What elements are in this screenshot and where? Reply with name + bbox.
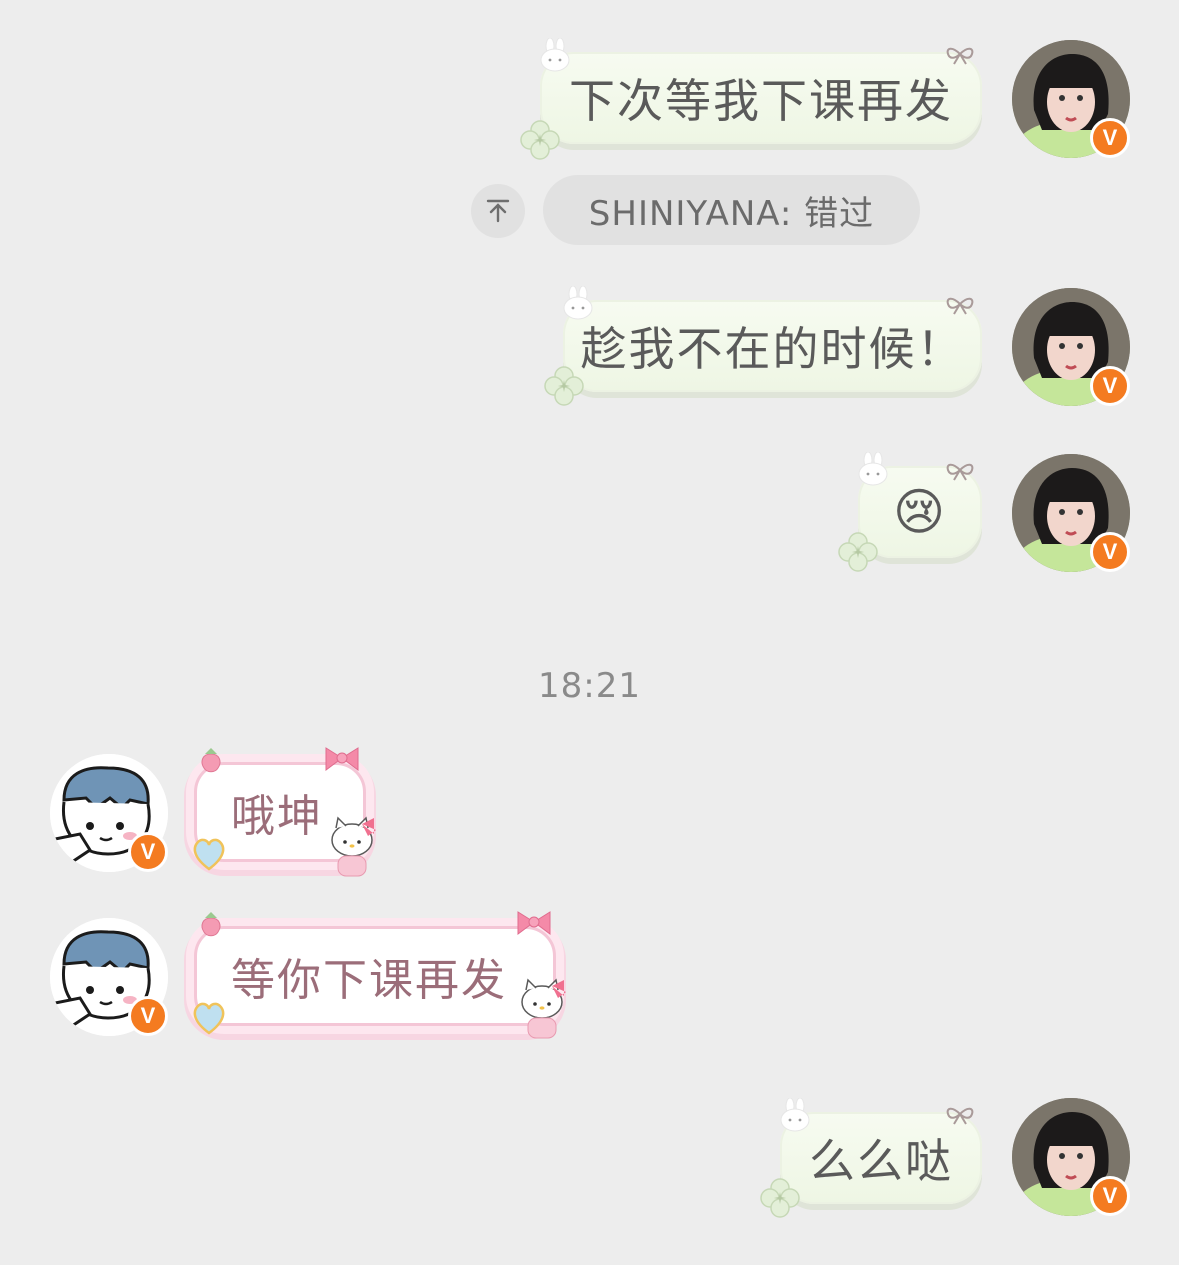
bow-icon xyxy=(517,911,551,935)
quote-jump-button[interactable] xyxy=(471,184,525,238)
message-text: 等你下课再发 xyxy=(231,955,507,1006)
bunny-icon xyxy=(858,452,888,486)
strawberry-icon xyxy=(201,748,221,773)
verified-badge: V xyxy=(1090,118,1130,158)
verified-badge: V xyxy=(1090,366,1130,406)
hello-kitty-icon xyxy=(331,816,376,877)
message-text: 趁我不在的时候！ xyxy=(580,322,965,376)
message-text: 么么哒 xyxy=(809,1134,953,1188)
message-bubble-me[interactable]: 下次等我下课再发 xyxy=(540,52,982,144)
clover-icon xyxy=(760,1178,800,1218)
heart-gem-icon xyxy=(193,838,225,871)
verified-badge: V xyxy=(128,832,168,872)
verified-badge: V xyxy=(128,996,168,1036)
heart-gem-icon xyxy=(193,1002,225,1035)
crying-emoji: 😢 xyxy=(892,483,948,541)
verified-badge: V xyxy=(1090,532,1130,572)
bunny-icon xyxy=(780,1098,810,1132)
clover-icon xyxy=(520,120,560,160)
message-bubble-them[interactable]: 等你下课再发 xyxy=(194,926,556,1026)
ribbon-icon xyxy=(946,463,974,481)
bunny-icon xyxy=(563,286,593,320)
arrow-to-top-icon xyxy=(486,199,510,223)
bunny-icon xyxy=(540,38,570,72)
strawberry-icon xyxy=(201,912,221,937)
message-bubble-me[interactable]: 趁我不在的时候！ xyxy=(563,300,982,392)
ribbon-icon xyxy=(946,47,974,65)
hello-kitty-icon xyxy=(521,978,566,1039)
bow-icon xyxy=(325,747,359,771)
quoted-message[interactable]: SHINIYANA: 错过 xyxy=(543,175,920,245)
ribbon-icon xyxy=(946,297,974,315)
ribbon-icon xyxy=(946,1107,974,1125)
clover-icon xyxy=(838,532,878,572)
message-text: 下次等我下课再发 xyxy=(569,74,953,128)
timestamp: 18:21 xyxy=(538,666,641,706)
verified-badge: V xyxy=(1090,1176,1130,1216)
clover-icon xyxy=(544,366,584,406)
message-text: 哦坤 xyxy=(231,791,323,842)
quoted-message-text: SHINIYANA: 错过 xyxy=(588,193,875,234)
